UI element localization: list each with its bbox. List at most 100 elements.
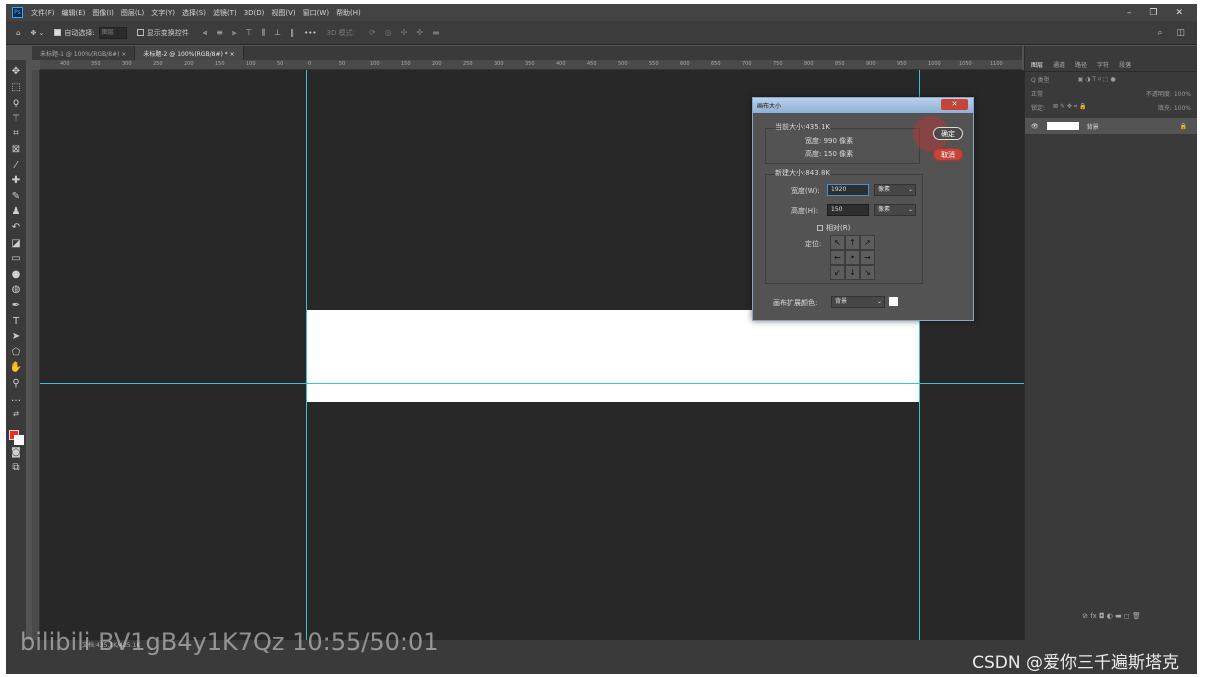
auto-select-checkbox[interactable]	[54, 29, 62, 36]
align-left-icon[interactable]: ⫷	[203, 28, 208, 38]
move-tool-icon[interactable]: ✥	[8, 64, 24, 80]
extension-color-swatch[interactable]	[889, 297, 898, 306]
pen-tool-icon[interactable]: ✒	[8, 298, 24, 314]
home-icon[interactable]: ⌂	[16, 29, 20, 37]
distribute-icon[interactable]: ⫼	[261, 28, 265, 38]
anchor-bottom-left-arrow-icon[interactable]: ↙	[830, 265, 845, 280]
menu-type[interactable]: 文字(Y)	[151, 8, 175, 18]
align-bottom-icon[interactable]: ⊥	[274, 28, 281, 38]
menu-edit[interactable]: 编辑(E)	[62, 8, 86, 18]
menu-view[interactable]: 视图(V)	[271, 8, 295, 18]
gradient-tool-icon[interactable]: ▭	[8, 251, 24, 267]
align-top-icon[interactable]: ⊤	[246, 28, 253, 38]
layer-filter[interactable]: Q 类型	[1031, 75, 1050, 84]
tab-paragraph[interactable]: 段落	[1119, 60, 1131, 71]
menu-help[interactable]: 帮助(H)	[336, 8, 361, 18]
more-tools-icon[interactable]: …	[8, 391, 24, 407]
hand-tool-icon[interactable]: ✋	[8, 360, 24, 376]
menu-select[interactable]: 选择(S)	[182, 8, 206, 18]
workspace-icon[interactable]: ◫	[1176, 28, 1185, 38]
tab-channels[interactable]: 通道	[1053, 60, 1065, 71]
lasso-tool-icon[interactable]: ϙ	[8, 95, 24, 111]
frame-tool-icon[interactable]: ⊠	[8, 142, 24, 158]
show-transform-toggle[interactable]: 显示变换控件	[136, 28, 189, 38]
auto-select-toggle[interactable]: 自动选择:	[54, 28, 95, 38]
layer-background[interactable]: 👁 背景 🔒	[1025, 118, 1197, 134]
history-brush-icon[interactable]: ↶	[8, 220, 24, 236]
background-color-swatch[interactable]	[14, 435, 24, 445]
menu-filter[interactable]: 滤镜(T)	[213, 8, 237, 18]
menu-window[interactable]: 窗口(W)	[303, 8, 329, 18]
anchor-bottom-right-arrow-icon[interactable]: ↘	[860, 265, 875, 280]
tab-close-icon[interactable]: ×	[230, 51, 235, 58]
minimize-button[interactable]: –	[1127, 8, 1132, 18]
tab-layers[interactable]: 图层	[1031, 60, 1043, 71]
path-selection-icon[interactable]: ➤	[8, 329, 24, 345]
quick-mask-icon[interactable]: ◙	[8, 445, 24, 461]
close-window-button[interactable]: ✕	[1175, 8, 1183, 18]
anchor-left-arrow-icon[interactable]: ←	[830, 250, 845, 265]
eraser-tool-icon[interactable]: ◪	[8, 236, 24, 252]
relative-checkbox[interactable]	[817, 225, 823, 231]
healing-brush-icon[interactable]: ✚	[8, 173, 24, 189]
blur-tool-icon[interactable]: ●	[8, 267, 24, 283]
show-transform-checkbox[interactable]	[136, 29, 144, 36]
height-input[interactable]: 150	[827, 204, 869, 216]
align-right-icon[interactable]: ⫸	[232, 28, 237, 38]
width-unit-select[interactable]: 像素 ⌄	[874, 184, 916, 196]
clone-stamp-icon[interactable]: ♟	[8, 204, 24, 220]
align-center-icon[interactable]: ≡	[216, 28, 223, 38]
menu-image[interactable]: 图像(I)	[92, 8, 114, 18]
eyedropper-tool-icon[interactable]: ⁄	[8, 158, 24, 174]
ok-button[interactable]: 确定	[933, 127, 963, 140]
slide-icon[interactable]: ✜	[416, 28, 423, 37]
type-tool-icon[interactable]: T	[8, 314, 24, 330]
anchor-top-arrow-icon[interactable]: ↑	[845, 235, 860, 250]
brush-tool-icon[interactable]: ✎	[8, 189, 24, 205]
filter-icons[interactable]: ▣ ◑ T ⌑ ⬚ ●	[1078, 76, 1116, 83]
more-options-button[interactable]: •••	[304, 29, 316, 37]
opacity-field[interactable]: 不透明度: 100%	[1146, 89, 1191, 98]
fill-field[interactable]: 填充: 100%	[1158, 103, 1191, 112]
blend-mode-select[interactable]: 正常	[1031, 89, 1043, 98]
menu-layer[interactable]: 图层(L)	[121, 8, 144, 18]
menu-file[interactable]: 文件(F)	[31, 8, 55, 18]
anchor-right-arrow-icon[interactable]: →	[860, 250, 875, 265]
tab-character[interactable]: 字符	[1097, 60, 1109, 71]
marquee-tool-icon[interactable]: ⬚	[8, 80, 24, 96]
tab-close-icon[interactable]: ×	[121, 51, 126, 58]
document-canvas[interactable]	[306, 310, 920, 402]
swap-colors-icon[interactable]: ⇄	[8, 407, 24, 423]
search-icon[interactable]: ⌕	[1157, 28, 1162, 38]
zoom-tool-icon[interactable]: ⚲	[8, 376, 24, 392]
anchor-center-icon[interactable]: •	[845, 250, 860, 265]
guide-vertical-left[interactable]	[306, 70, 307, 640]
height-unit-select[interactable]: 像素 ⌄	[874, 204, 916, 216]
anchor-top-right-arrow-icon[interactable]: ↗	[860, 235, 875, 250]
anchor-bottom-arrow-icon[interactable]: ↓	[845, 265, 860, 280]
drag-icon[interactable]: ✣	[401, 28, 408, 37]
anchor-top-left-arrow-icon[interactable]: ↖	[830, 235, 845, 250]
dodge-tool-icon[interactable]: ◍	[8, 282, 24, 298]
guide-horizontal[interactable]	[40, 383, 1024, 384]
menu-3d[interactable]: 3D(D)	[244, 9, 265, 17]
lock-icons[interactable]: ⊠ ✎ ✥ ⌗ 🔒	[1053, 103, 1087, 111]
orbit-icon[interactable]: ⟳	[369, 28, 376, 37]
visibility-eye-icon[interactable]: 👁	[1031, 123, 1039, 130]
dialog-close-button[interactable]: ✕	[941, 99, 968, 110]
tab-paths[interactable]: 路径	[1075, 60, 1087, 71]
extension-color-select[interactable]: 背景 ⌄	[831, 296, 885, 308]
move-tool-preset-icon[interactable]: ✥ ⌄	[30, 29, 44, 37]
distribute-h-icon[interactable]: ‖	[290, 28, 294, 38]
tab-document-2[interactable]: 未标题-2 @ 100%(RGB/8#) * ×	[135, 46, 244, 60]
camera-icon[interactable]: ▬	[432, 28, 440, 37]
width-input[interactable]: 1920	[827, 184, 869, 196]
crop-tool-icon[interactable]: ⌗	[8, 126, 24, 142]
shape-tool-icon[interactable]: ⬠	[8, 345, 24, 361]
cancel-button[interactable]: 取消	[933, 148, 963, 161]
auto-select-dropdown[interactable]: 图层	[98, 26, 127, 39]
screen-mode-icon[interactable]: ⧉	[8, 460, 24, 476]
magic-wand-tool-icon[interactable]: ⚚	[8, 111, 24, 127]
relative-option[interactable]: 相对(R)	[817, 223, 850, 233]
panel-bottom-icons[interactable]: ⊘ fx ◘ ◐ ▬ ◻ 🗑	[1025, 608, 1197, 624]
